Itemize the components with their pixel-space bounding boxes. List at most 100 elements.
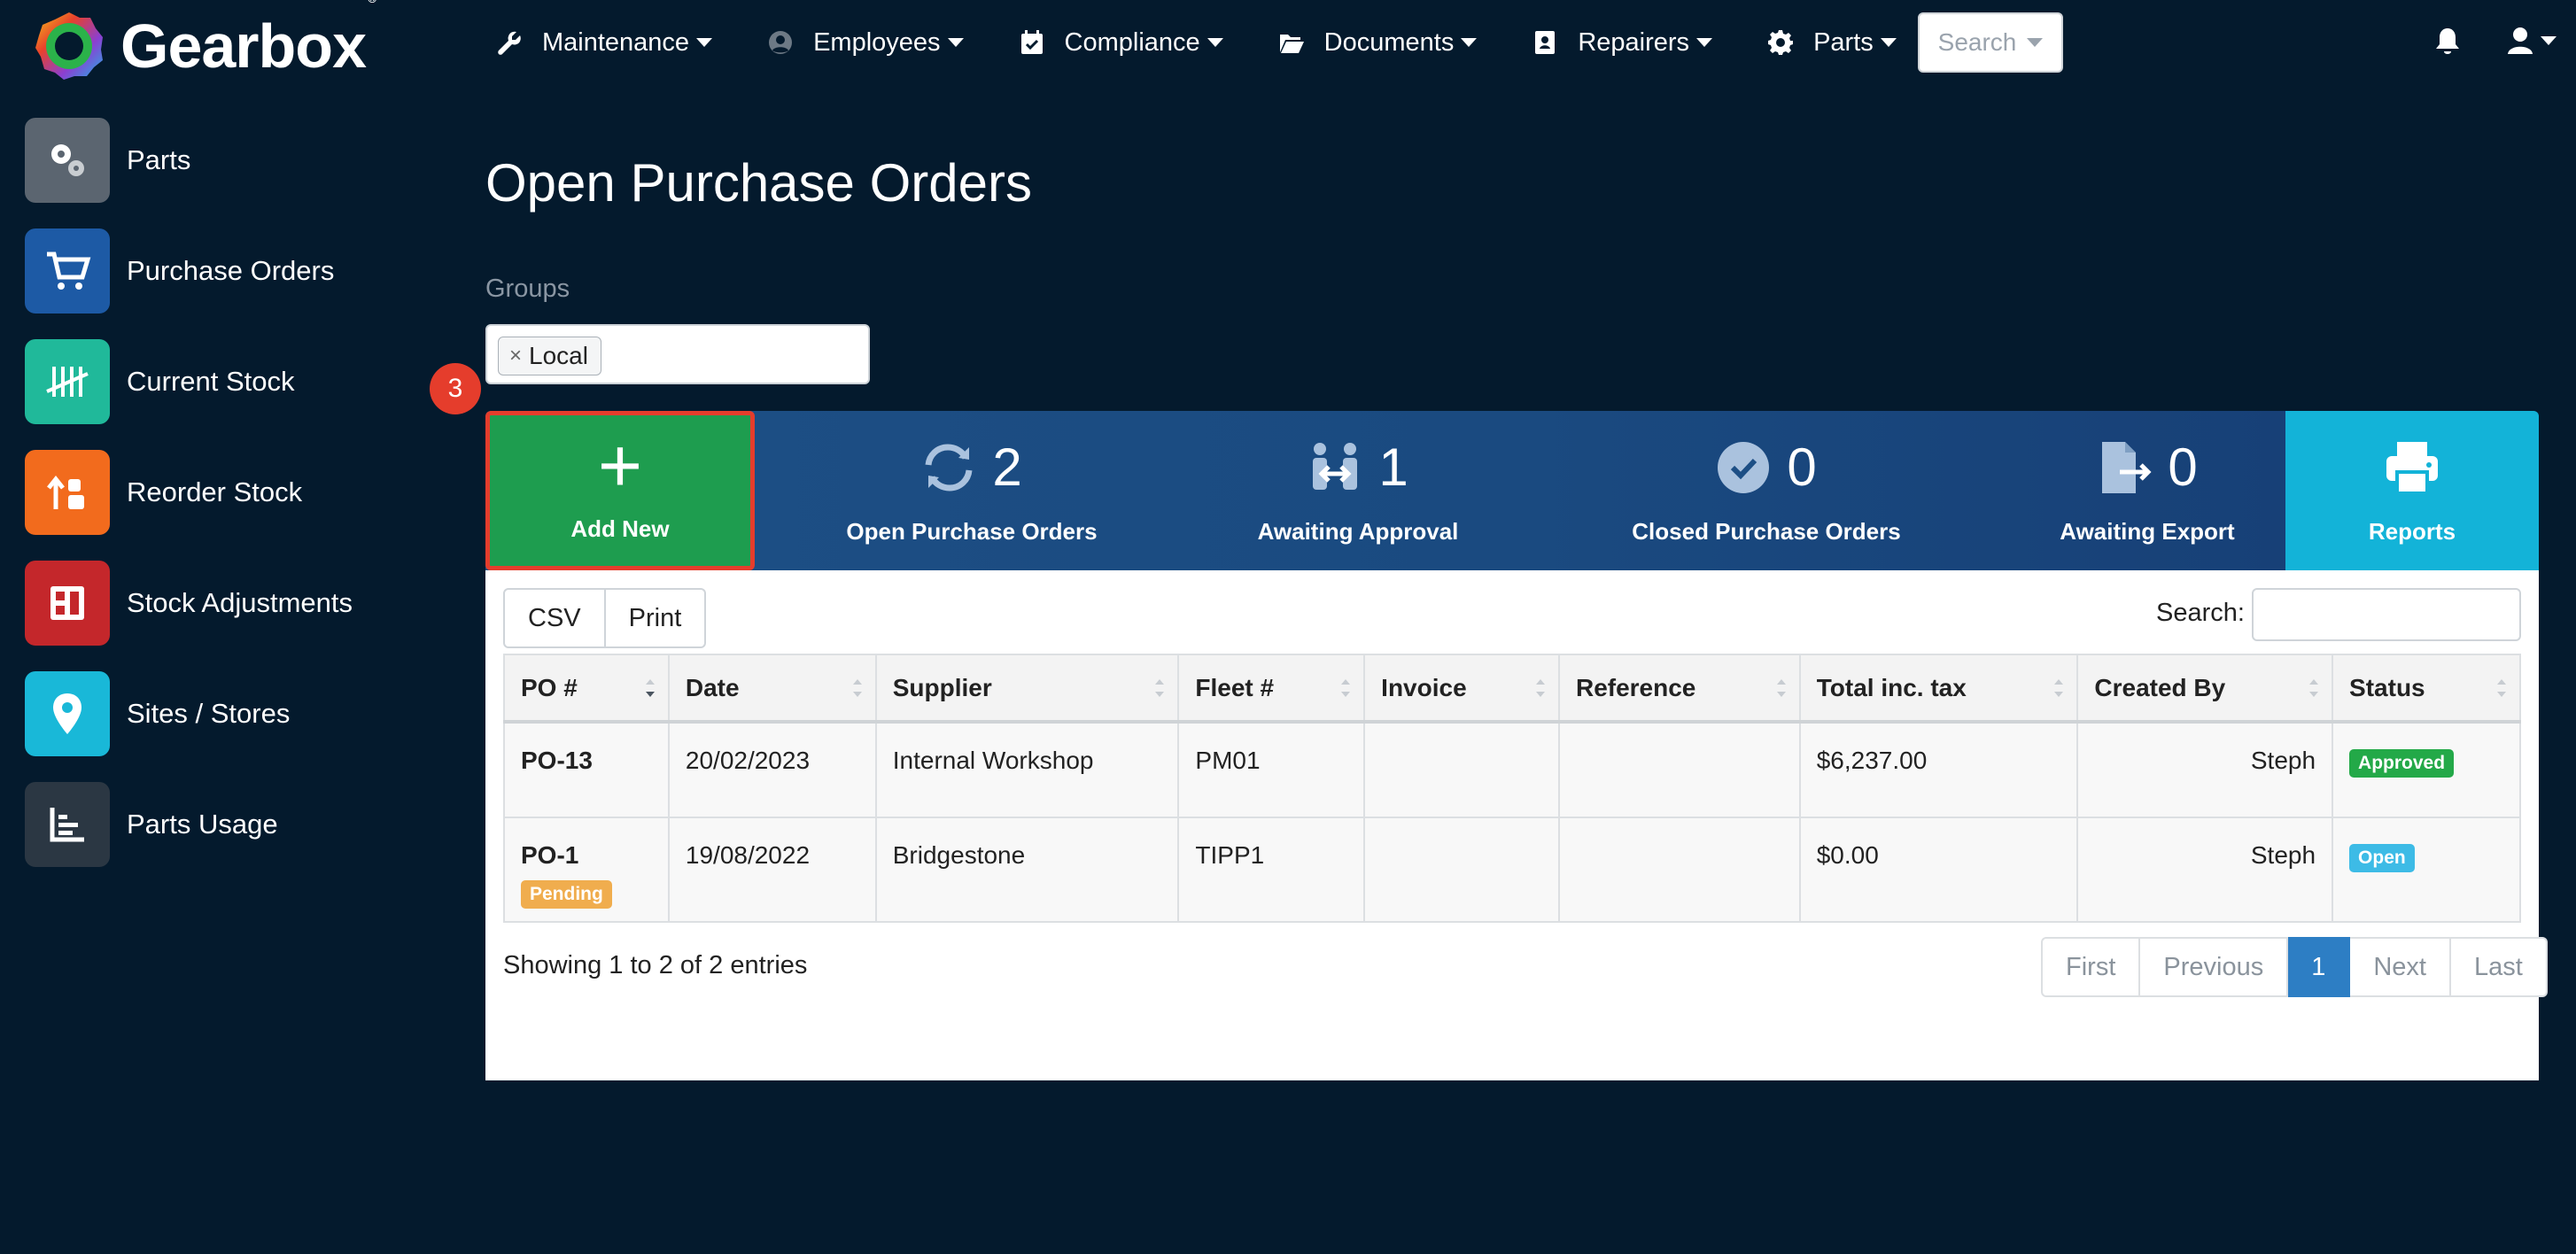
group-tag-label: Local (529, 342, 588, 369)
stat-count: 1 (1378, 437, 1408, 497)
cell-date: 19/08/2022 (667, 817, 877, 923)
handshake-icon (1313, 442, 1358, 490)
reports-label: Reports (2368, 517, 2456, 545)
user-menu[interactable] (2507, 27, 2557, 55)
table-search-input[interactable] (2252, 588, 2521, 641)
main-menu: Maintenance Employees Compliance Documen… (496, 19, 1951, 66)
sidebar-item-label: Reorder Stock (127, 476, 303, 507)
sidebar-item-label: Purchase Orders (127, 254, 335, 286)
groups-label: Groups (485, 275, 570, 303)
nav-compliance[interactable]: Compliance (1019, 28, 1223, 58)
refresh-icon (925, 443, 973, 492)
page-first[interactable]: First (2041, 937, 2141, 997)
gear-icon (1768, 30, 1794, 55)
cell-invoice (1363, 817, 1560, 923)
caret-down-icon (696, 38, 713, 47)
map-pin-icon (25, 670, 110, 756)
sidebar-item-sites-stores[interactable]: Sites / Stores (0, 658, 425, 769)
reports-button[interactable]: Reports (2285, 411, 2539, 570)
user-icon (2508, 27, 2533, 54)
table-search-label: Search: (2156, 599, 2245, 627)
gears-icon (25, 117, 110, 203)
page-previous[interactable]: Previous (2140, 937, 2289, 997)
nav-label: Parts (1813, 27, 1874, 57)
sidebar-item-label: Current Stock (127, 365, 295, 397)
stat-awaiting-export[interactable]: 0 Awaiting Export (2006, 411, 2289, 570)
page-last[interactable]: Last (2450, 937, 2548, 997)
sort-icon (1155, 679, 1165, 697)
page-current[interactable]: 1 (2288, 937, 2351, 997)
sidebar-item-label: Parts Usage (127, 808, 278, 840)
stat-awaiting-approval[interactable]: 1 Awaiting Approval (1194, 411, 1522, 570)
cell-po[interactable]: PO-1 Pending (503, 817, 670, 923)
stat-label: Awaiting Approval (1257, 517, 1459, 545)
cell-created-by: Steph (2076, 817, 2334, 923)
gearbox-logo-mark-icon (35, 12, 103, 80)
nav-maintenance[interactable]: Maintenance (496, 28, 713, 58)
sidebar-item-parts[interactable]: Parts (0, 104, 425, 215)
cell-fleet: TIPP1 (1177, 817, 1366, 923)
sort-icon (2054, 679, 2064, 697)
print-button[interactable]: Print (605, 588, 707, 648)
brand-name: Gearbox® (120, 0, 376, 81)
nav-label: Employees (813, 27, 941, 57)
sidebar-item-parts-usage[interactable]: Parts Usage (0, 769, 425, 879)
table-row[interactable]: PO-1 Pending 19/08/2022 Bridgestone TIPP… (503, 817, 2521, 923)
page-next[interactable]: Next (2350, 937, 2451, 997)
printer-icon (2386, 441, 2438, 495)
cell-invoice (1363, 721, 1560, 818)
column-header-reference[interactable]: Reference (1557, 654, 1801, 724)
user-circle-icon (769, 31, 793, 54)
column-header-total[interactable]: Total inc. tax (1798, 654, 2079, 724)
column-header-created-by[interactable]: Created By (2076, 654, 2334, 724)
sidebar-item-current-stock[interactable]: Current Stock (0, 326, 425, 437)
top-navbar: Gearbox® Maintenance Employees Complianc… (0, 0, 2576, 85)
search-label: Search (1937, 28, 2017, 56)
cell-po[interactable]: PO-13 (503, 721, 670, 818)
sidebar: Parts Purchase Orders Current Stock Reor… (0, 104, 425, 879)
table-row[interactable]: PO-13 20/02/2023 Internal Workshop PM01 … (503, 721, 2521, 818)
stat-closed-purchase-orders[interactable]: 0 Closed Purchase Orders (1580, 411, 1952, 570)
plus-icon: + (597, 422, 643, 508)
sidebar-item-stock-adjustments[interactable]: Stock Adjustments (0, 547, 425, 658)
column-header-fleet[interactable]: Fleet # (1177, 654, 1366, 724)
sort-icon (1341, 679, 1351, 697)
sidebar-item-reorder-stock[interactable]: Reorder Stock (0, 437, 425, 547)
cell-total: $0.00 (1798, 817, 2079, 923)
column-header-supplier[interactable]: Supplier (874, 654, 1180, 724)
wrench-icon (498, 31, 521, 55)
remove-tag-icon[interactable]: × (509, 344, 522, 368)
column-header-invoice[interactable]: Invoice (1363, 654, 1560, 724)
add-new-button[interactable]: + Add New (485, 411, 755, 570)
gearbox-logo[interactable]: Gearbox® (34, 0, 376, 81)
calendar-check-icon (1020, 30, 1043, 54)
page-title: Open Purchase Orders (485, 153, 1032, 213)
groups-select[interactable]: × Local (485, 324, 870, 384)
nav-employees[interactable]: Employees (767, 27, 964, 58)
stat-label: Awaiting Export (2060, 517, 2235, 545)
po-number[interactable]: PO-1 (521, 841, 652, 870)
nav-documents[interactable]: Documents (1278, 28, 1478, 58)
global-search-dropdown[interactable]: Search (1918, 12, 2063, 73)
bell-icon[interactable] (2434, 27, 2461, 57)
adjust-icon (25, 560, 110, 646)
cell-status: Approved (2332, 721, 2521, 818)
tally-icon (25, 338, 110, 424)
cell-fleet: PM01 (1177, 721, 1366, 818)
stats-bar: + Add New 2 Open Purchase Orders 1 Await… (485, 411, 2539, 570)
pending-badge: Pending (521, 880, 612, 909)
check-circle-icon (1718, 441, 1770, 493)
csv-button[interactable]: CSV (503, 588, 606, 648)
nav-repairers[interactable]: Repairers (1532, 27, 1713, 58)
column-header-status[interactable]: Status (2332, 654, 2521, 724)
column-header-date[interactable]: Date (667, 654, 877, 724)
cell-total: $6,237.00 (1798, 721, 2079, 818)
sidebar-item-purchase-orders[interactable]: Purchase Orders (0, 215, 425, 326)
stat-open-purchase-orders[interactable]: 2 Open Purchase Orders (808, 411, 1136, 570)
sort-desc-icon (645, 679, 655, 697)
column-header-po[interactable]: PO # (503, 654, 670, 724)
caret-down-icon (1461, 38, 1478, 47)
caret-down-icon (2027, 38, 2044, 47)
nav-parts[interactable]: Parts (1767, 28, 1897, 58)
nav-label: Repairers (1578, 27, 1690, 57)
